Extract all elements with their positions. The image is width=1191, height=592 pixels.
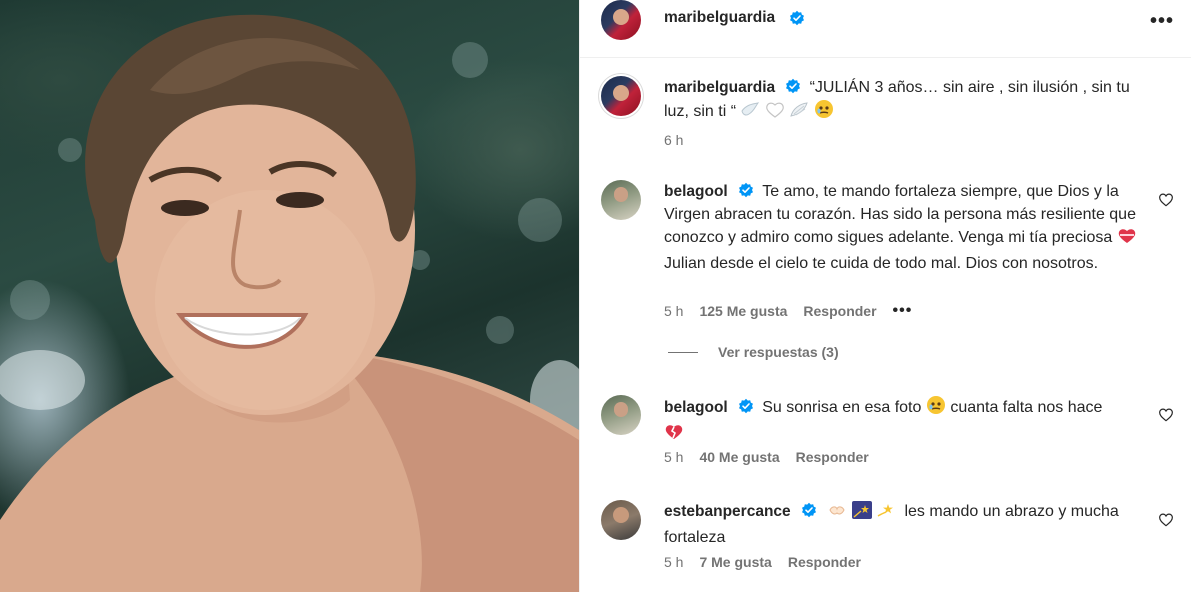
commenter-avatar[interactable] (601, 395, 641, 435)
owner-username[interactable]: maribelguardia (664, 9, 775, 27)
comment-item: belagool Te amo, te mando fortaleza siem… (580, 180, 1191, 360)
verified-badge-icon (790, 10, 804, 26)
heart-outline-icon[interactable] (1158, 512, 1174, 528)
comment-body: belagool Su sonrisa en esa foto cuanta f… (664, 395, 1148, 448)
comment-body: estebanpercance les mando un abrazo y mu… (664, 500, 1148, 549)
comment-item: estebanpercance les mando un abrazo y mu… (580, 500, 1191, 580)
verified-badge-icon (786, 78, 801, 94)
caption-time[interactable]: 6 h (664, 132, 683, 148)
verified-badge-icon (738, 182, 753, 198)
view-replies-button[interactable]: Ver respuestas (3) (668, 344, 839, 360)
caption-username[interactable]: maribelguardia (664, 79, 775, 96)
comment-text: Te amo, te mando fortaleza siempre, que … (664, 183, 1136, 246)
comment-likes[interactable]: 40 Me gusta (699, 449, 779, 465)
comment-meta: 5 h 40 Me gusta Responder (664, 449, 869, 465)
reply-button[interactable]: Responder (796, 449, 869, 465)
comment-item: belagool Su sonrisa en esa foto cuanta f… (580, 395, 1191, 475)
praying-hands-emoji (827, 501, 847, 526)
reply-button[interactable]: Responder (803, 303, 876, 319)
comment-time[interactable]: 5 h (664, 303, 683, 319)
holding-back-tears-emoji (926, 395, 946, 422)
caption-avatar[interactable] (601, 76, 641, 116)
commenter-avatar[interactable] (601, 180, 641, 220)
heart-outline-icon[interactable] (1158, 192, 1174, 208)
comment-meta: 5 h 7 Me gusta Responder (664, 554, 861, 570)
commenter-username[interactable]: estebanpercance (664, 503, 791, 520)
comment-text: Su sonrisa en esa foto (762, 399, 922, 416)
dizzy-emoji (876, 501, 896, 526)
wings-emoji (789, 101, 809, 126)
replies-divider (668, 351, 698, 353)
commenter-username[interactable]: belagool (664, 183, 728, 200)
comment-time[interactable]: 5 h (664, 554, 683, 570)
comment-likes[interactable]: 7 Me gusta (699, 554, 771, 570)
broken-heart-emoji (664, 423, 684, 448)
commenter-username[interactable]: belagool (664, 399, 728, 416)
commenter-avatar[interactable] (601, 500, 641, 540)
post-header: maribelguardia ••• (580, 0, 1191, 58)
comment-options-icon[interactable]: ••• (893, 302, 913, 320)
verified-badge-icon (738, 398, 753, 414)
comment-body: belagool Te amo, te mando fortaleza siem… (664, 180, 1148, 275)
caption-meta: 6 h (664, 132, 683, 148)
owner-avatar[interactable] (601, 0, 641, 40)
comment-text-cont: cuanta falta nos hace (950, 399, 1103, 416)
comment-meta: 5 h 125 Me gusta Responder ••• (664, 302, 912, 320)
reply-button[interactable]: Responder (788, 554, 861, 570)
caption-body: maribelguardia “JULIÁN 3 años… sin aire … (664, 76, 1148, 126)
more-options-icon[interactable]: ••• (1150, 10, 1174, 33)
shooting-star-emoji (851, 501, 872, 526)
holding-back-tears-emoji (814, 99, 834, 126)
comments-panel: maribelguardia ••• maribelguardia “JULIÁ… (579, 0, 1191, 592)
view-replies-label[interactable]: Ver respuestas (3) (718, 344, 839, 360)
comment-likes[interactable]: 125 Me gusta (699, 303, 787, 319)
dove-emoji (740, 101, 760, 126)
heart-with-ribbon-emoji (1117, 227, 1137, 252)
white-heart-emoji (765, 101, 785, 126)
heart-outline-icon[interactable] (1158, 407, 1174, 423)
post-photo[interactable] (0, 0, 579, 592)
verified-badge-icon (801, 502, 816, 518)
comment-text-cont: Julian desde el cielo te cuida de todo m… (664, 255, 1099, 272)
post-caption: maribelguardia “JULIÁN 3 años… sin aire … (580, 74, 1191, 154)
comment-time[interactable]: 5 h (664, 449, 683, 465)
post-photo-illustration (0, 14, 579, 592)
